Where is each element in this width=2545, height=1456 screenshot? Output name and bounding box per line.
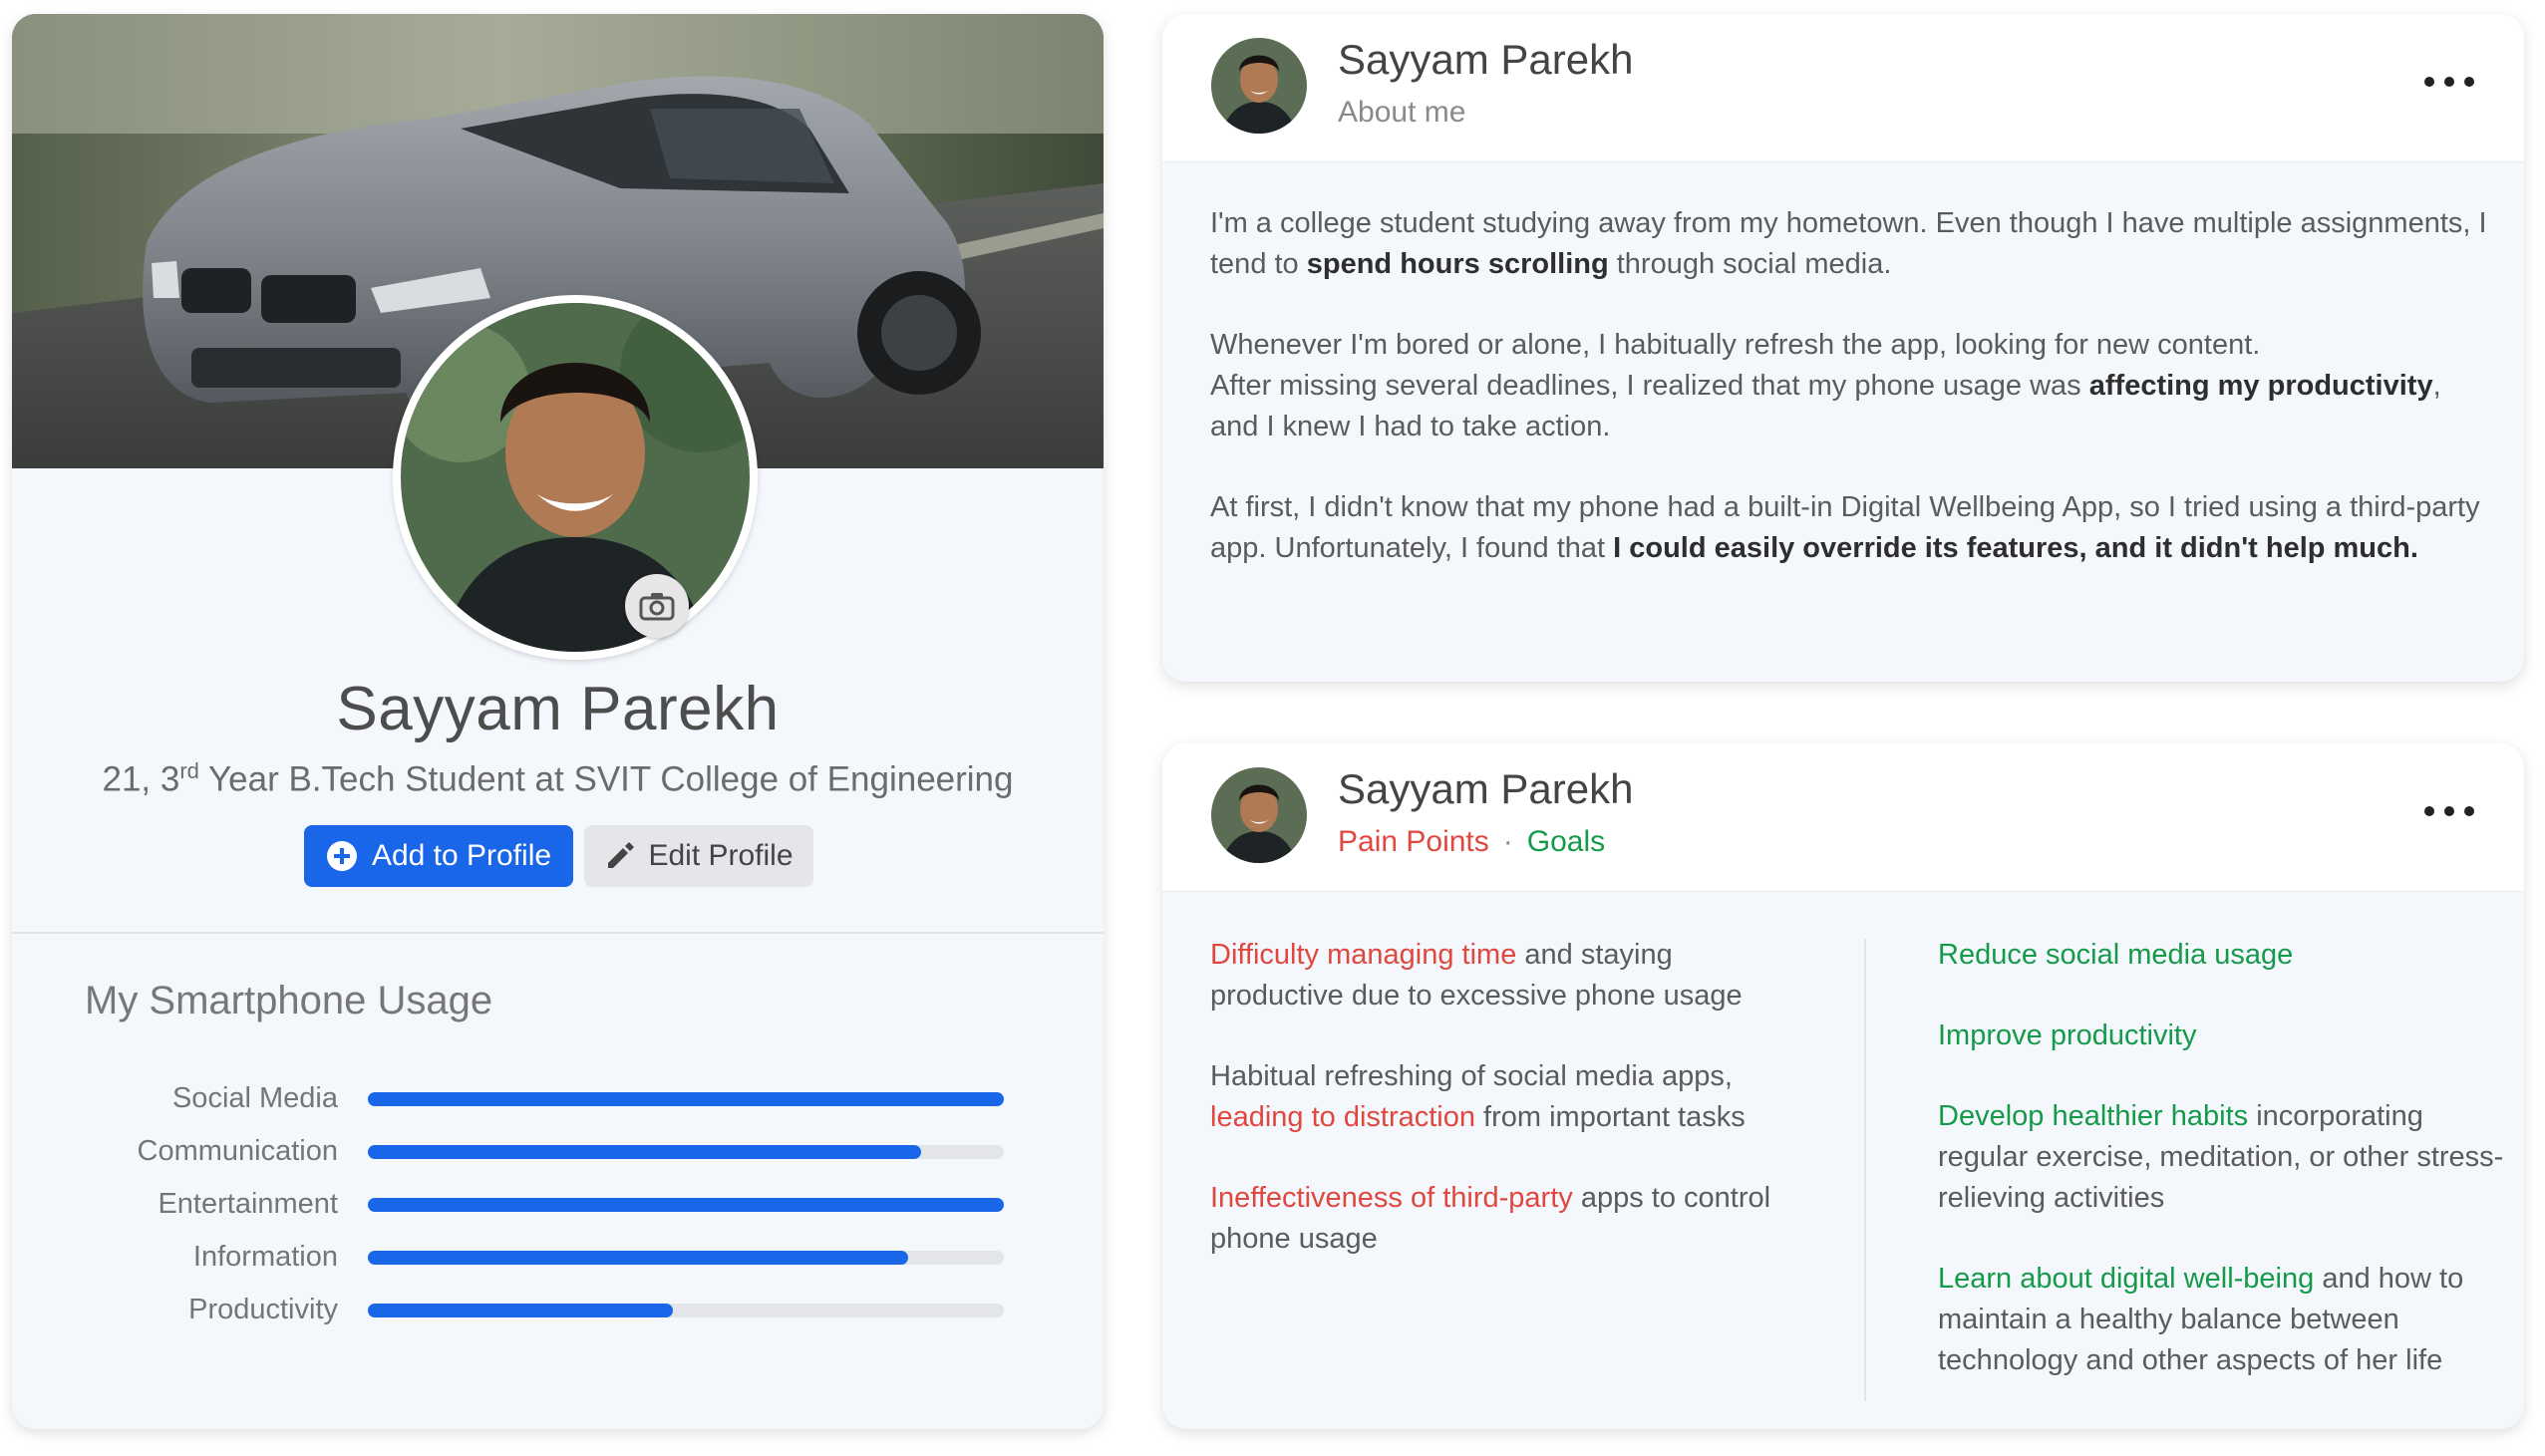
usage-bar-track	[368, 1304, 1004, 1317]
goal-item: Reduce social media usage	[1938, 939, 2294, 971]
goal-item: Learn about digital well-being and how t…	[1938, 1263, 2464, 1376]
goal-item: Develop healthier habits incorporating r…	[1938, 1100, 2504, 1214]
more-options-button[interactable]	[2424, 799, 2474, 823]
usage-bar-fill	[368, 1092, 1004, 1106]
usage-bar-track	[368, 1092, 1004, 1106]
about-paragraph-3: At first, I didn't know that my phone ha…	[1210, 491, 2480, 564]
tab-goals[interactable]: Goals	[1527, 825, 1605, 858]
usage-label: Social Media	[171, 1082, 338, 1114]
profile-age: 21, 3	[102, 759, 180, 799]
usage-bar-track	[368, 1198, 1004, 1212]
tab-pain-points[interactable]: Pain Points	[1338, 825, 1489, 858]
usage-row: Social Media	[12, 1078, 1104, 1118]
card-subtitle: About me	[1338, 96, 1466, 129]
pain-point-item: Difficulty managing time and staying pro…	[1210, 939, 1743, 1012]
pain-point-item: Ineffectiveness of third-party apps to c…	[1210, 1182, 1771, 1255]
pain-points-goals-card: Sayyam Parekh Pain Points · Goals Difficul…	[1162, 743, 2524, 1429]
about-paragraph-1: I'm a college student studying away from…	[1210, 207, 2487, 280]
more-horizontal-icon	[2424, 806, 2434, 816]
profile-name: Sayyam Parekh	[336, 675, 780, 743]
goal-item: Improve productivity	[1938, 1019, 2197, 1051]
column-divider	[1864, 939, 1866, 1401]
usage-title: My Smartphone Usage	[85, 979, 493, 1022]
card-subtitle: Pain Points · Goals	[1338, 825, 1605, 859]
usage-row: Entertainment	[12, 1184, 1104, 1224]
usage-bar-fill	[368, 1198, 1004, 1212]
pencil-icon	[608, 842, 635, 868]
usage-bar-track	[368, 1251, 1004, 1265]
usage-row: Information	[12, 1237, 1104, 1277]
avatar[interactable]	[1211, 38, 1307, 134]
section-divider	[12, 932, 1104, 934]
about-me-text: I'm a college student studying away from…	[1210, 203, 2496, 609]
card-author-name: Sayyam Parekh	[1338, 765, 1634, 812]
usage-label: Entertainment	[158, 1188, 338, 1220]
change-photo-button[interactable]	[625, 574, 689, 638]
about-me-card: Sayyam Parekh About me I'm a college stu…	[1162, 14, 2524, 682]
usage-bar-fill	[368, 1145, 922, 1159]
add-to-profile-button[interactable]: Add to Profile	[304, 825, 573, 887]
edit-profile-button[interactable]: Edit Profile	[584, 825, 813, 887]
usage-bar-track	[368, 1145, 1004, 1159]
edit-profile-label: Edit Profile	[648, 839, 794, 872]
camera-icon	[639, 593, 675, 621]
about-paragraph-2: Whenever I'm bored or alone, I habituall…	[1210, 329, 2441, 442]
usage-label: Information	[192, 1241, 338, 1273]
card-author-name: Sayyam Parekh	[1338, 36, 1634, 83]
plus-circle-icon	[326, 841, 357, 871]
usage-row: Communication	[12, 1131, 1104, 1171]
usage-row: Productivity	[12, 1290, 1104, 1329]
usage-label: Communication	[137, 1135, 338, 1167]
goals-list: Reduce social media usage Improve produc…	[1938, 935, 2506, 1421]
profile-avatar[interactable]	[393, 295, 758, 660]
pain-points-list: Difficulty managing time and staying pro…	[1210, 935, 1798, 1300]
usage-bar-fill	[368, 1304, 674, 1317]
more-horizontal-icon	[2424, 77, 2434, 87]
usage-bar-fill	[368, 1251, 909, 1265]
card-header: Sayyam Parekh About me	[1162, 14, 2524, 162]
profile-card: Sayyam Parekh 21, 3rd Year B.Tech Studen…	[12, 14, 1104, 1429]
avatar[interactable]	[1211, 767, 1307, 863]
ordinal-suffix: rd	[179, 758, 199, 783]
more-options-button[interactable]	[2424, 70, 2474, 94]
usage-label: Productivity	[188, 1294, 338, 1325]
profile-subtitle: 21, 3rd Year B.Tech Student at SVIT Coll…	[12, 758, 1104, 800]
separator-dot: ·	[1502, 825, 1513, 858]
add-to-profile-label: Add to Profile	[371, 839, 552, 872]
profile-occupation: Year B.Tech Student at SVIT College of E…	[198, 759, 1014, 799]
card-header: Sayyam Parekh Pain Points · Goals	[1162, 743, 2524, 892]
pain-point-item: Habitual refreshing of social media apps…	[1210, 1060, 1746, 1133]
